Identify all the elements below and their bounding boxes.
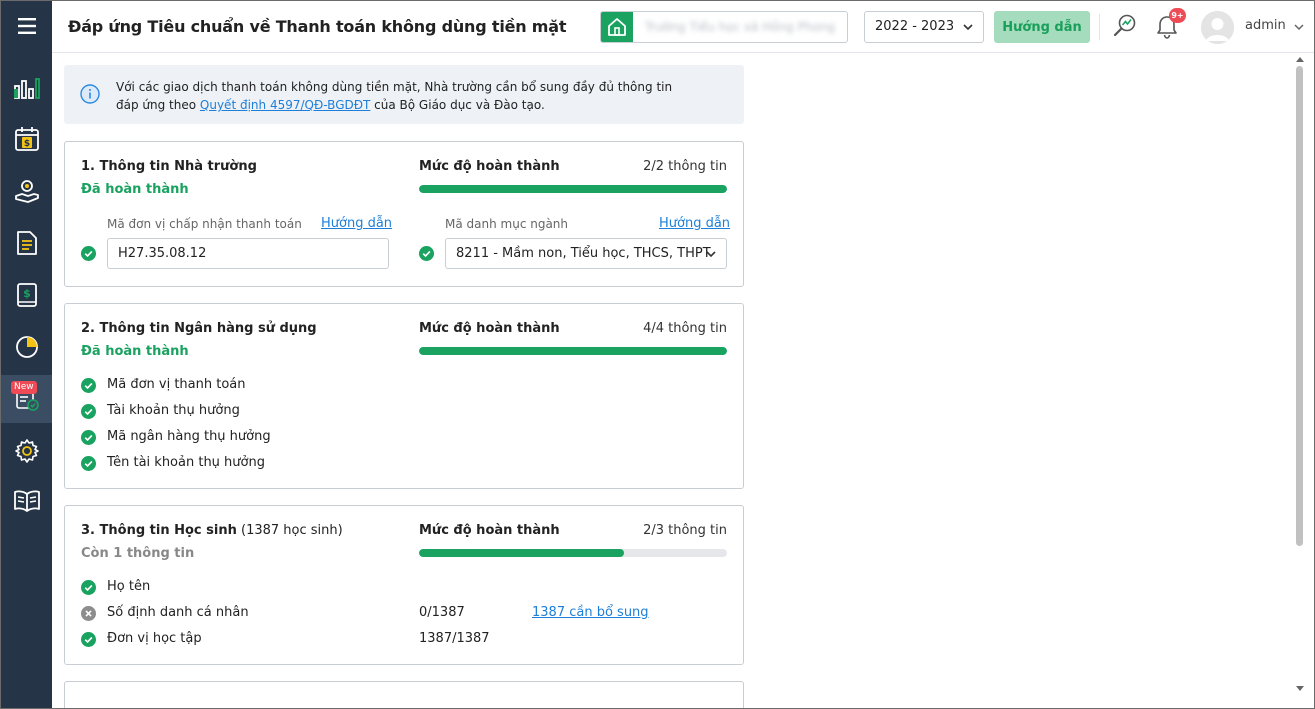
payment-hand-icon[interactable] — [1, 167, 52, 215]
x-circle-icon — [81, 606, 96, 621]
chevron-down-icon — [963, 24, 973, 31]
progress-count: 2/2 thông tin — [643, 159, 727, 174]
chevron-down-icon — [706, 251, 716, 258]
requirement-label: Mã ngân hàng thụ hưởng — [107, 429, 271, 444]
notification-badge: 9+ — [1169, 8, 1186, 23]
search-chart-icon[interactable] — [1112, 13, 1138, 39]
check-circle-icon — [81, 404, 96, 419]
school-year-value: 2022 - 2023 — [875, 19, 955, 34]
scroll-down-icon[interactable] — [1296, 686, 1304, 692]
check-circle-icon — [419, 246, 434, 261]
info-notice: Với các giao dịch thanh toán không dùng … — [64, 65, 744, 124]
scroll-up-icon[interactable] — [1296, 56, 1304, 62]
check-circle-icon — [81, 632, 96, 647]
category-code-select[interactable]: 8211 - Mầm non, Tiểu học, THCS, THPT — [445, 238, 727, 269]
info-icon — [80, 84, 100, 104]
missing-link[interactable]: 1387 cần bổ sung — [532, 605, 649, 620]
money-book-icon[interactable]: $ — [1, 271, 52, 319]
gear-icon[interactable] — [1, 427, 52, 475]
section-school-info: 1. Thông tin Nhà trường Đã hoàn thành Mứ… — [64, 141, 744, 287]
top-header: Đáp ứng Tiêu chuẩn về Thanh toán không d… — [52, 1, 1314, 53]
section-status: Đã hoàn thành — [81, 182, 189, 197]
section-status: Còn 1 thông tin — [81, 546, 195, 561]
progress-bar — [419, 347, 727, 355]
school-selector[interactable]: Trường Tiểu học xã Hồng Phong — [600, 11, 848, 43]
page-title: Đáp ứng Tiêu chuẩn về Thanh toán không d… — [68, 17, 567, 36]
avatar[interactable] — [1201, 11, 1234, 44]
app-window: $ $ New Đáp ứng Tiêu chuẩn về Thanh toán… — [0, 0, 1315, 709]
open-book-icon[interactable] — [1, 477, 52, 525]
checklist-icon[interactable]: New — [1, 375, 52, 423]
requirement-label: Số định danh cá nhân — [107, 605, 249, 620]
section-next — [64, 681, 744, 708]
progress-label: Mức độ hoàn thành — [419, 159, 560, 174]
info-text: Với các giao dịch thanh toán không dùng … — [116, 78, 676, 114]
fee-calendar-icon[interactable]: $ — [1, 115, 52, 163]
section-title: 2. Thông tin Ngân hàng sử dụng — [81, 321, 317, 336]
requirement-value: 0/1387 — [419, 605, 465, 620]
chevron-down-icon[interactable] — [1292, 20, 1306, 34]
requirement-row: Số định danh cá nhân 0/1387 1387 cần bổ … — [81, 605, 721, 623]
progress-fill — [419, 549, 625, 557]
guide-button[interactable]: Hướng dẫn — [994, 11, 1090, 43]
svg-text:$: $ — [23, 139, 29, 149]
progress-label: Mức độ hoàn thành — [419, 321, 560, 336]
scrollbar[interactable] — [1293, 54, 1307, 699]
requirement-label: Đơn vị học tập — [107, 631, 202, 646]
requirement-label: Tên tài khoản thụ hưởng — [107, 455, 265, 470]
svg-text:$: $ — [23, 287, 31, 300]
check-circle-icon — [81, 456, 96, 471]
requirement-label: Tài khoản thụ hưởng — [107, 403, 240, 418]
section-title-main: 3. Thông tin Học sinh — [81, 523, 237, 538]
requirement-row: Đơn vị học tập 1387/1387 — [81, 631, 721, 649]
check-circle-icon — [81, 246, 96, 261]
school-home-icon — [601, 12, 633, 42]
section-status: Đã hoàn thành — [81, 344, 189, 359]
student-count: (1387 học sinh) — [236, 523, 343, 538]
category-code-label: Mã danh mục ngành — [445, 217, 569, 231]
merchant-code-label: Mã đơn vị chấp nhận thanh toán — [107, 217, 302, 231]
merchant-code-guide-link[interactable]: Hướng dẫn — [321, 216, 392, 231]
progress-bar — [419, 185, 727, 193]
section-student-info: 3. Thông tin Học sinh (1387 học sinh) Cò… — [64, 505, 744, 665]
requirement-value: 1387/1387 — [419, 631, 490, 646]
school-year-select[interactable]: 2022 - 2023 — [864, 11, 984, 43]
info-text-after: của Bộ Giáo dục và Đào tạo. — [370, 98, 545, 112]
check-circle-icon — [81, 430, 96, 445]
check-circle-icon — [81, 580, 96, 595]
document-icon[interactable] — [1, 219, 52, 267]
decision-link[interactable]: Quyết định 4597/QĐ-BGDĐT — [200, 98, 370, 112]
header-divider — [1099, 14, 1100, 40]
menu-icon[interactable] — [1, 1, 52, 51]
requirement-row: Họ tên — [81, 579, 721, 597]
progress-count: 2/3 thông tin — [643, 523, 727, 538]
section-bank-info: 2. Thông tin Ngân hàng sử dụng Đã hoàn t… — [64, 303, 744, 489]
check-circle-icon — [81, 378, 96, 393]
section-title: 1. Thông tin Nhà trường — [81, 159, 257, 174]
progress-label: Mức độ hoàn thành — [419, 523, 560, 538]
requirement-label: Họ tên — [107, 579, 151, 594]
scroll-thumb[interactable] — [1296, 66, 1303, 546]
school-name: Trường Tiểu học xã Hồng Phong — [645, 20, 836, 34]
pie-chart-icon[interactable] — [1, 323, 52, 371]
user-name[interactable]: admin — [1245, 18, 1286, 33]
chart-icon[interactable] — [1, 65, 52, 113]
progress-fill — [419, 185, 727, 193]
category-code-value: 8211 - Mầm non, Tiểu học, THCS, THPT — [456, 246, 711, 261]
progress-count: 4/4 thông tin — [643, 321, 727, 336]
sidebar: $ $ New — [1, 1, 52, 708]
section-title: 3. Thông tin Học sinh (1387 học sinh) — [81, 523, 343, 538]
merchant-code-input[interactable]: H27.35.08.12 — [107, 238, 389, 269]
new-badge: New — [11, 381, 37, 394]
category-code-guide-link[interactable]: Hướng dẫn — [659, 216, 730, 231]
progress-fill — [419, 347, 727, 355]
progress-bar — [419, 549, 727, 557]
requirement-label: Mã đơn vị thanh toán — [107, 377, 246, 392]
